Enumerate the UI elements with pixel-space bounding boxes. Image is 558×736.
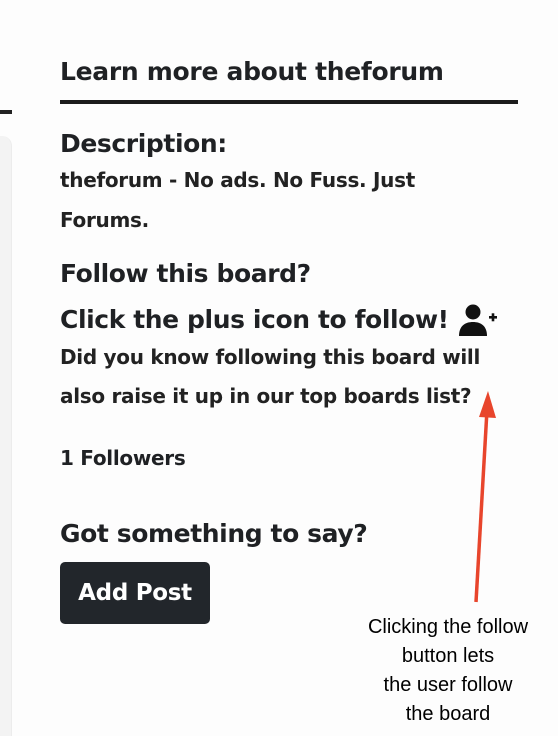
follow-info-text: Did you know following this board will a… <box>60 345 481 408</box>
annotation-callout: Clicking the follow button lets the user… <box>367 616 529 725</box>
board-info-sidebar: Learn more about theforum Description: t… <box>60 54 518 624</box>
title-divider <box>60 100 518 104</box>
add-post-button[interactable]: Add Post <box>60 562 210 624</box>
user-plus-icon <box>458 304 497 336</box>
description-heading: Description: <box>60 129 227 158</box>
follow-prompt-row: Click the plus icon to follow! <box>60 304 518 336</box>
post-heading: Got something to say? <box>60 519 368 548</box>
sidebar-title: Learn more about theforum <box>60 57 444 86</box>
follow-prompt: Click the plus icon to follow! <box>60 305 449 334</box>
main-content-divider <box>0 110 12 114</box>
board-description: theforum - No ads. No Fuss. Just Forums. <box>60 168 415 232</box>
follow-button[interactable] <box>457 303 499 337</box>
follow-heading: Follow this board? <box>60 259 311 288</box>
main-content-panel <box>0 136 12 736</box>
followers-count: 1 Followers <box>60 446 186 470</box>
